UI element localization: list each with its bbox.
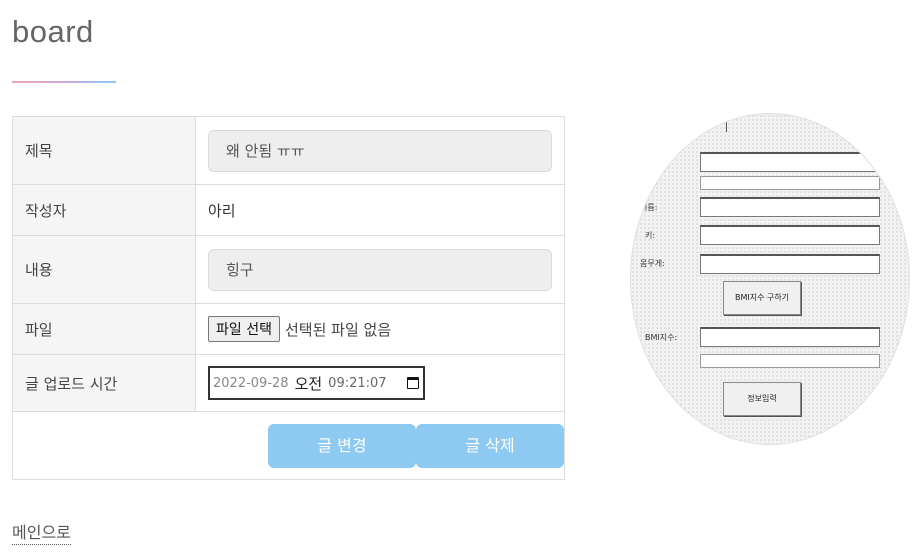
image-label-name: 이름: — [640, 203, 658, 212]
datetime-ampm: 오전 — [294, 374, 323, 393]
image-scrollbar-bmi — [700, 354, 880, 368]
datetime-time: 09:21:07 — [328, 375, 387, 391]
main-page-link[interactable]: 메인으로 — [12, 519, 71, 545]
image-scrollbar-top — [700, 176, 880, 190]
table-row-upload-time: 글 업로드 시간 2022-09-28 오전 09:21:07 — [12, 354, 565, 412]
content-label: 내용 — [12, 235, 196, 304]
image-cursor-line — [726, 122, 727, 132]
image-textbox-name — [700, 197, 880, 217]
embedded-screenshot-image: 이름: 키: 몸무게: BMI지수 구하기 BMI지수: 정보입력 — [630, 113, 910, 445]
title-label: 제목 — [12, 116, 196, 185]
image-textbox-weight — [700, 254, 880, 274]
file-select-button[interactable]: 파일 선택 — [208, 316, 280, 342]
datetime-date: 2022-09-28 — [213, 375, 289, 391]
table-row-file: 파일 파일 선택 선택된 파일 없음 — [12, 303, 565, 355]
table-row-author: 작성자 아리 — [12, 184, 565, 236]
author-label: 작성자 — [12, 184, 196, 236]
title-underline — [12, 81, 116, 83]
table-row-buttons: 글 변경 글 삭제 — [12, 411, 565, 480]
image-label-weight: 몸무게: — [640, 259, 665, 268]
page-title: board — [12, 14, 94, 49]
content-field[interactable]: 힝구 — [208, 248, 552, 291]
title-field[interactable]: 왜 안됨 ㅠㅠ — [208, 129, 552, 172]
image-textbox-top — [700, 152, 880, 172]
image-save-button: 정보입력 — [723, 382, 801, 416]
upload-time-label: 글 업로드 시간 — [12, 354, 196, 412]
delete-post-button[interactable]: 글 삭제 — [416, 423, 564, 468]
file-status-text: 선택된 파일 없음 — [284, 320, 392, 339]
image-label-height: 키: — [645, 231, 656, 240]
datetime-input[interactable]: 2022-09-28 오전 09:21:07 — [208, 366, 425, 400]
file-input[interactable]: 파일 선택 선택된 파일 없음 — [208, 316, 552, 342]
calendar-icon[interactable] — [407, 377, 419, 389]
file-label: 파일 — [12, 303, 196, 355]
image-label-bmi: BMI지수: — [645, 333, 678, 342]
table-row-title: 제목 왜 안됨 ㅠㅠ — [12, 116, 565, 185]
edit-post-button[interactable]: 글 변경 — [268, 423, 416, 468]
image-textbox-height — [700, 225, 880, 245]
author-value: 아리 — [195, 184, 565, 236]
board-form-table: 제목 왜 안됨 ㅠㅠ 작성자 아리 내용 힝구 파일 파일 선택 선택된 파일 … — [12, 116, 565, 480]
image-bmi-button: BMI지수 구하기 — [723, 281, 801, 315]
image-textbox-bmi — [700, 327, 880, 347]
table-row-content: 내용 힝구 — [12, 235, 565, 304]
